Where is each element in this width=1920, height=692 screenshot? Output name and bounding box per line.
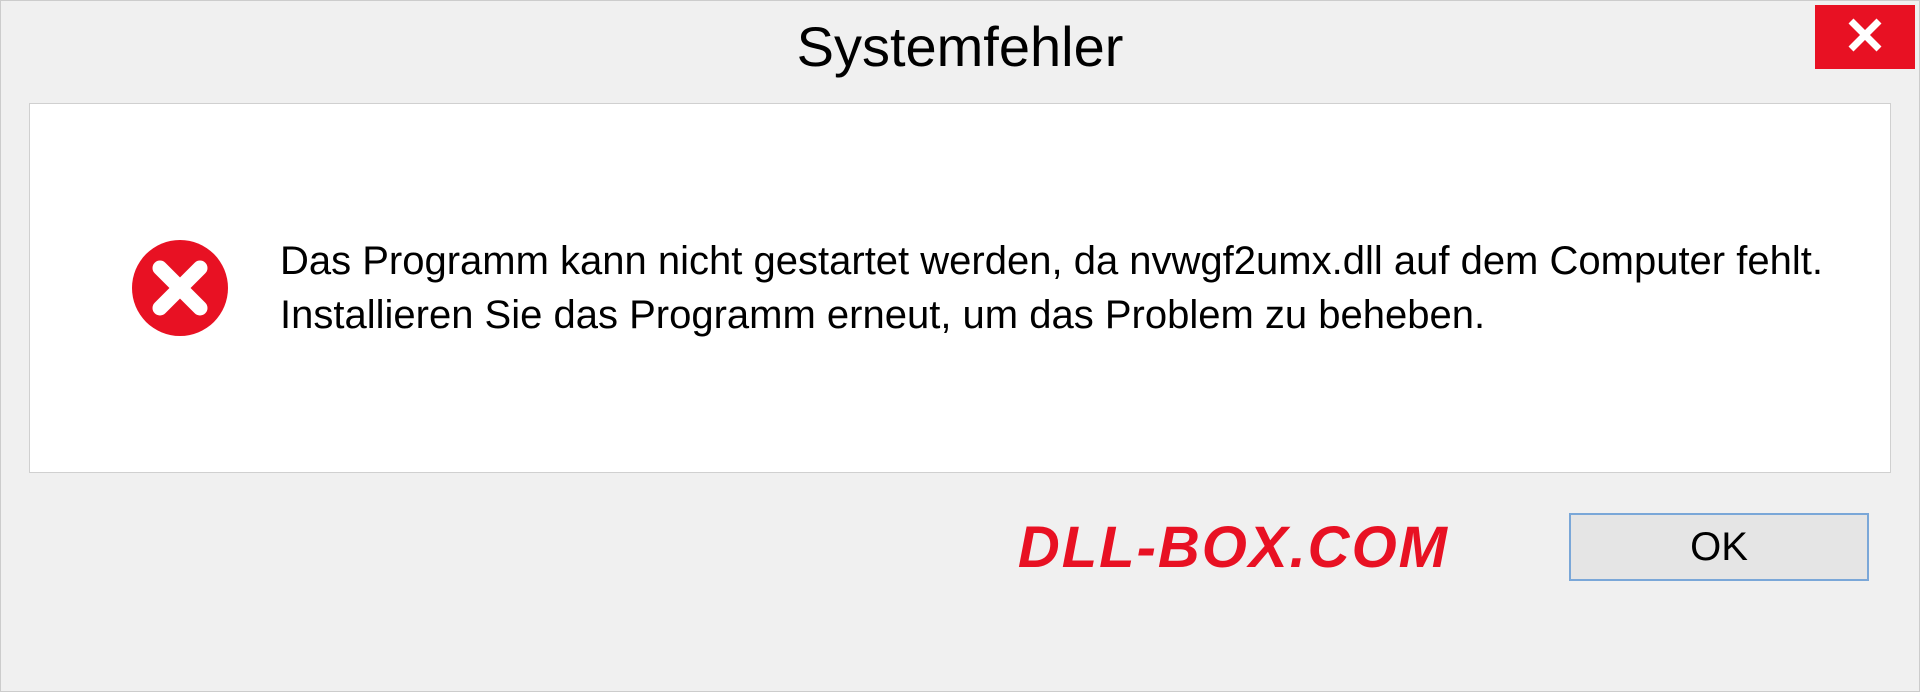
- message-panel: Das Programm kann nicht gestartet werden…: [29, 103, 1891, 473]
- close-button[interactable]: [1815, 5, 1915, 69]
- titlebar: Systemfehler: [1, 1, 1919, 91]
- error-message: Das Programm kann nicht gestartet werden…: [280, 234, 1830, 342]
- dialog-title: Systemfehler: [797, 14, 1124, 79]
- ok-button[interactable]: OK: [1569, 513, 1869, 581]
- watermark-text: DLL-BOX.COM: [1018, 514, 1449, 581]
- close-icon: [1845, 15, 1885, 60]
- dialog-footer: DLL-BOX.COM OK: [1, 493, 1919, 601]
- error-icon: [130, 238, 230, 338]
